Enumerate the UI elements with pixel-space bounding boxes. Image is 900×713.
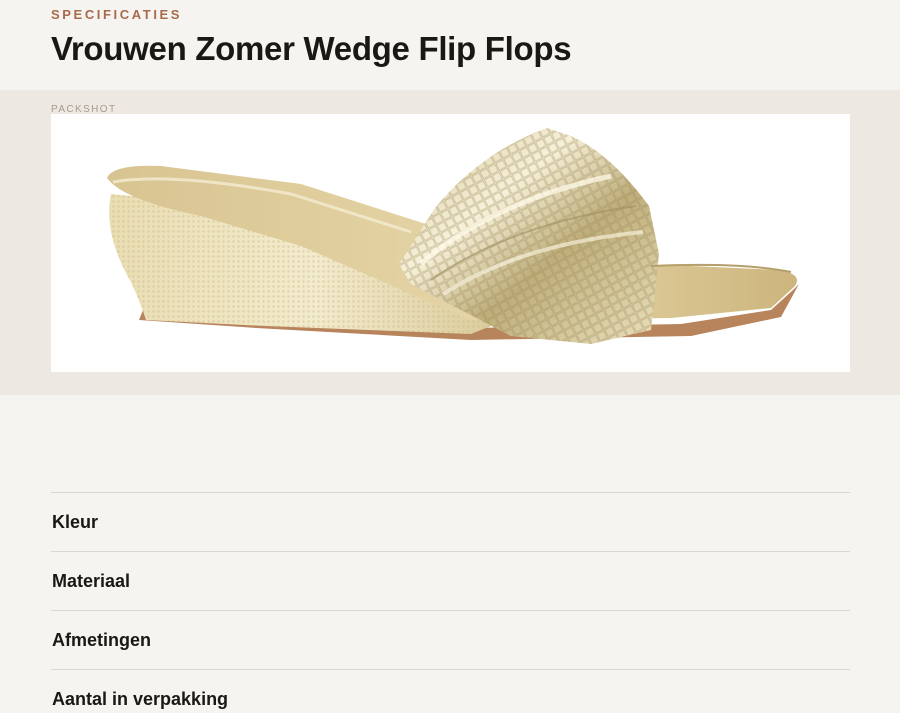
spec-row-aantal-in-verpakking[interactable]: Aantal in verpakking	[51, 669, 850, 713]
spec-row-afmetingen[interactable]: Afmetingen	[51, 610, 850, 669]
product-title: Vrouwen Zomer Wedge Flip Flops	[51, 30, 572, 67]
spec-row-kleur[interactable]: Kleur	[51, 492, 850, 551]
spec-label: Kleur	[52, 511, 99, 532]
wedge-sandal-illustration	[107, 128, 799, 344]
spec-label: Aantal in verpakking	[52, 688, 229, 709]
spec-label: Materiaal	[52, 570, 131, 591]
packshot-label: PACKSHOT	[51, 104, 117, 115]
spec-label: Afmetingen	[52, 629, 151, 650]
product-image	[51, 114, 850, 372]
specifications-list: Kleur Materiaal Afmetingen Aantal in ver…	[51, 492, 850, 713]
section-eyebrow: SPECIFICATIES	[51, 7, 183, 22]
spec-row-materiaal[interactable]: Materiaal	[51, 551, 850, 610]
spec-page: SPECIFICATIES Vrouwen Zomer Wedge Flip F…	[0, 0, 900, 713]
